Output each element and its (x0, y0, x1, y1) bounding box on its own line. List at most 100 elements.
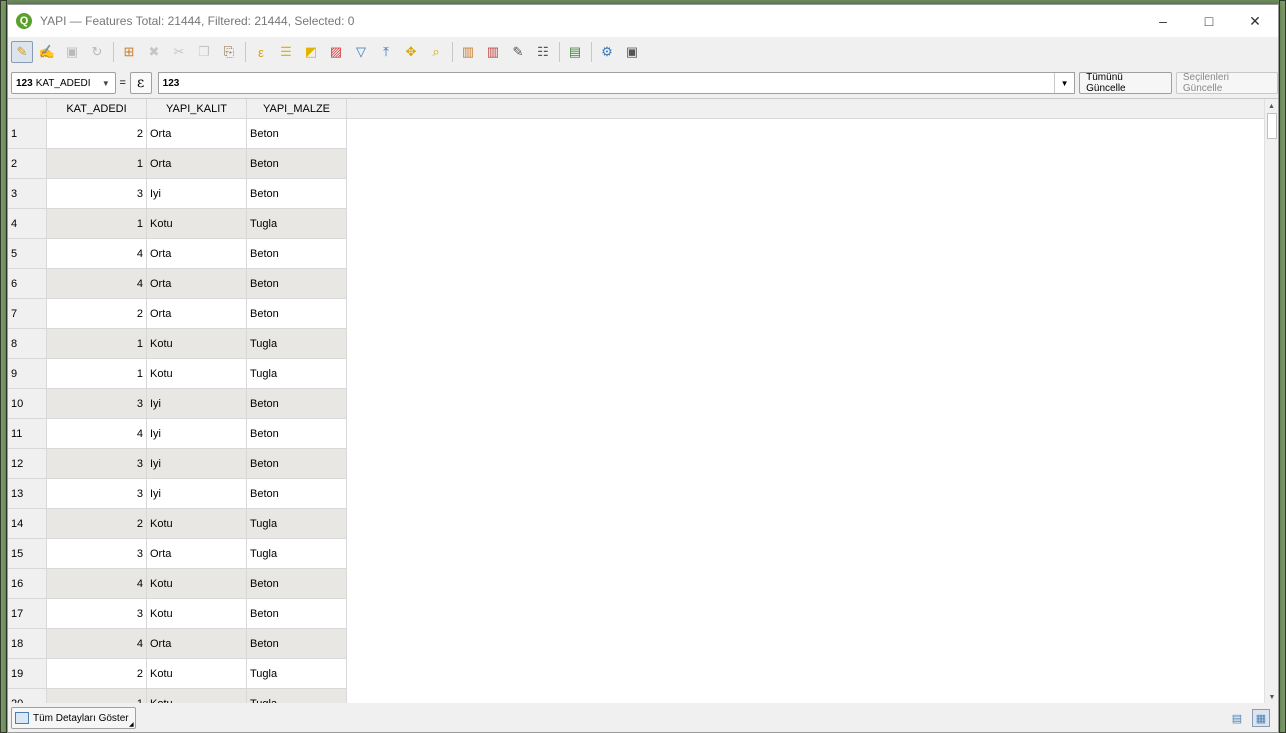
scroll-down-icon[interactable]: ▼ (1265, 690, 1278, 703)
cell-yapi-malze[interactable]: Tugla (247, 359, 347, 389)
cell-yapi-kalit[interactable]: Kotu (147, 359, 247, 389)
row-number[interactable]: 5 (8, 239, 47, 269)
row-number[interactable]: 1 (8, 119, 47, 149)
table-row[interactable]: 2 1 Orta Beton (8, 149, 1278, 179)
cell-kat-adedi[interactable]: 1 (47, 359, 147, 389)
cell-yapi-kalit[interactable]: Kotu (147, 509, 247, 539)
cell-kat-adedi[interactable]: 4 (47, 269, 147, 299)
cell-kat-adedi[interactable]: 2 (47, 509, 147, 539)
cell-kat-adedi[interactable]: 3 (47, 179, 147, 209)
deselect-icon[interactable]: ▨ (325, 41, 347, 63)
form-view-icon[interactable]: ▤ (1228, 709, 1246, 727)
cell-yapi-kalit[interactable]: Orta (147, 239, 247, 269)
cell-yapi-kalit[interactable]: Iyi (147, 179, 247, 209)
table-row[interactable]: 7 2 Orta Beton (8, 299, 1278, 329)
conditional-format-icon[interactable]: ▤ (564, 41, 586, 63)
save-icon[interactable]: ▣ (61, 41, 83, 63)
cell-kat-adedi[interactable]: 1 (47, 689, 147, 703)
table-row[interactable]: 9 1 Kotu Tugla (8, 359, 1278, 389)
chevron-down-icon[interactable]: ▼ (1054, 73, 1074, 93)
cell-yapi-kalit[interactable]: Kotu (147, 569, 247, 599)
cell-kat-adedi[interactable]: 3 (47, 479, 147, 509)
cell-yapi-malze[interactable]: Beton (247, 599, 347, 629)
actions-icon[interactable]: ⚙ (596, 41, 618, 63)
cell-kat-adedi[interactable]: 4 (47, 629, 147, 659)
cell-kat-adedi[interactable]: 1 (47, 149, 147, 179)
update-all-button[interactable]: Tümünü Güncelle (1079, 72, 1172, 94)
cell-yapi-kalit[interactable]: Orta (147, 629, 247, 659)
update-selected-button[interactable]: Seçilenleri Güncelle (1175, 72, 1278, 94)
column-header-kat-adedi[interactable]: KAT_ADEDI (47, 99, 147, 119)
row-number[interactable]: 11 (8, 419, 47, 449)
table-row[interactable]: 8 1 Kotu Tugla (8, 329, 1278, 359)
table-corner[interactable] (8, 99, 47, 119)
table-row[interactable]: 18 4 Orta Beton (8, 629, 1278, 659)
row-number[interactable]: 13 (8, 479, 47, 509)
cell-kat-adedi[interactable]: 3 (47, 389, 147, 419)
cell-kat-adedi[interactable]: 3 (47, 539, 147, 569)
table-row[interactable]: 6 4 Orta Beton (8, 269, 1278, 299)
row-number[interactable]: 19 (8, 659, 47, 689)
delete-icon[interactable]: ✖ (143, 41, 165, 63)
cell-yapi-kalit[interactable]: Orta (147, 269, 247, 299)
table-row[interactable]: 19 2 Kotu Tugla (8, 659, 1278, 689)
row-number[interactable]: 8 (8, 329, 47, 359)
cell-yapi-kalit[interactable]: Kotu (147, 329, 247, 359)
cell-yapi-kalit[interactable]: Iyi (147, 389, 247, 419)
cell-kat-adedi[interactable]: 4 (47, 569, 147, 599)
cell-yapi-malze[interactable]: Beton (247, 299, 347, 329)
cell-yapi-kalit[interactable]: Kotu (147, 689, 247, 703)
table-row[interactable]: 12 3 Iyi Beton (8, 449, 1278, 479)
table-row[interactable]: 15 3 Orta Tugla (8, 539, 1278, 569)
show-all-features-button[interactable]: Tüm Detayları Göster ◢ (11, 707, 136, 729)
table-view-icon[interactable]: ▦ (1252, 709, 1270, 727)
add-feature-icon[interactable]: ⊞ (118, 41, 140, 63)
filter-icon[interactable]: ▽ (350, 41, 372, 63)
cell-yapi-malze[interactable]: Beton (247, 389, 347, 419)
row-number[interactable]: 16 (8, 569, 47, 599)
cell-yapi-malze[interactable]: Beton (247, 449, 347, 479)
table-row[interactable]: 1 2 Orta Beton (8, 119, 1278, 149)
new-field-icon[interactable]: ▥ (457, 41, 479, 63)
cell-yapi-kalit[interactable]: Orta (147, 299, 247, 329)
row-number[interactable]: 4 (8, 209, 47, 239)
row-number[interactable]: 15 (8, 539, 47, 569)
row-number[interactable]: 20 (8, 689, 47, 703)
cell-kat-adedi[interactable]: 1 (47, 329, 147, 359)
cell-yapi-malze[interactable]: Beton (247, 569, 347, 599)
cell-yapi-kalit[interactable]: Iyi (147, 419, 247, 449)
vertical-scrollbar[interactable]: ▲ ▼ (1264, 99, 1278, 703)
cell-yapi-malze[interactable]: Beton (247, 149, 347, 179)
delete-field-icon[interactable]: ▥ (482, 41, 504, 63)
row-number[interactable]: 9 (8, 359, 47, 389)
select-all-icon[interactable]: ☰ (275, 41, 297, 63)
row-number[interactable]: 14 (8, 509, 47, 539)
expression-select-icon[interactable]: ε (250, 41, 272, 63)
cell-kat-adedi[interactable]: 4 (47, 239, 147, 269)
table-row[interactable]: 4 1 Kotu Tugla (8, 209, 1278, 239)
cell-yapi-kalit[interactable]: Iyi (147, 479, 247, 509)
cell-yapi-malze[interactable]: Tugla (247, 539, 347, 569)
table-row[interactable]: 3 3 Iyi Beton (8, 179, 1278, 209)
cell-yapi-malze[interactable]: Tugla (247, 329, 347, 359)
scroll-up-icon[interactable]: ▲ (1265, 99, 1278, 113)
move-top-icon[interactable]: ⤒ (375, 41, 397, 63)
row-number[interactable]: 6 (8, 269, 47, 299)
paste-icon[interactable]: ⎘ (218, 41, 240, 63)
cell-yapi-kalit[interactable]: Kotu (147, 599, 247, 629)
row-number[interactable]: 3 (8, 179, 47, 209)
calculator-icon[interactable]: ☷ (532, 41, 554, 63)
table-row[interactable]: 10 3 Iyi Beton (8, 389, 1278, 419)
row-number[interactable]: 12 (8, 449, 47, 479)
table-row[interactable]: 11 4 Iyi Beton (8, 419, 1278, 449)
column-header-yapi-kalit[interactable]: YAPI_KALIT (147, 99, 247, 119)
cell-kat-adedi[interactable]: 4 (47, 419, 147, 449)
cell-yapi-malze[interactable]: Tugla (247, 209, 347, 239)
minimize-icon[interactable]: – (1140, 5, 1186, 37)
cell-yapi-malze[interactable]: Beton (247, 179, 347, 209)
pan-icon[interactable]: ✥ (400, 41, 422, 63)
table-row[interactable]: 5 4 Orta Beton (8, 239, 1278, 269)
cell-yapi-kalit[interactable]: Kotu (147, 659, 247, 689)
table-row[interactable]: 17 3 Kotu Beton (8, 599, 1278, 629)
reload-icon[interactable]: ↻ (86, 41, 108, 63)
